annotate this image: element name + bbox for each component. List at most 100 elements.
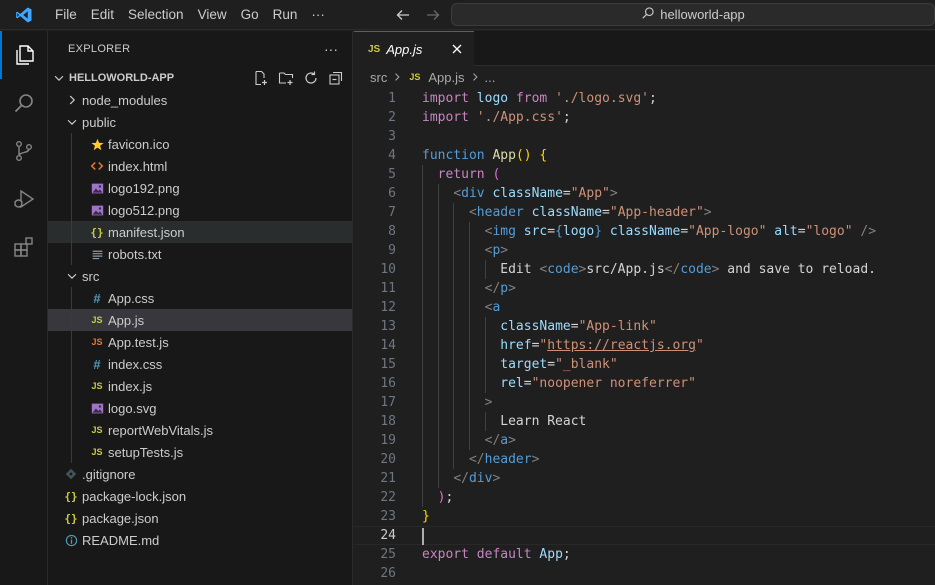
refresh-icon[interactable] (301, 68, 321, 88)
tree-item-label: package-lock.json (82, 488, 187, 504)
line-number: 8 (388, 224, 396, 239)
code-text: <a (484, 300, 501, 315)
search-activity-icon[interactable] (0, 79, 48, 127)
file-item-robots-txt[interactable]: robots.txt (48, 243, 352, 265)
file-item-app-test-js[interactable]: JS App.test.js (48, 331, 352, 353)
project-section-header[interactable]: HELLOWORLD-APP (48, 67, 352, 89)
tree-item-label: logo192.png (108, 180, 180, 196)
code-editor[interactable]: 1 import logo from './logo.svg'; 2 import '… (354, 89, 935, 583)
image-file-icon (90, 177, 104, 199)
file-item-logo192-png[interactable]: logo192.png (48, 177, 352, 199)
menu-more[interactable]: ··· (304, 0, 332, 30)
file-item-package-json[interactable]: {} package.json (48, 507, 352, 529)
code-line: 18 Learn React (354, 412, 935, 431)
file-item-index-js[interactable]: JS index.js (48, 375, 352, 397)
line-number: 6 (388, 186, 396, 201)
code-line: 11 </p> (354, 279, 935, 298)
line-number: 5 (388, 167, 396, 182)
code-line: 23} (354, 507, 935, 526)
file-item-logo-svg[interactable]: logo.svg (48, 397, 352, 419)
indent-guide (71, 309, 72, 331)
vscode-logo-icon (0, 0, 48, 30)
tab-label: App.js (386, 41, 423, 57)
json-file-icon: {} (64, 511, 78, 525)
file-item-app-js[interactable]: JS App.js (48, 309, 352, 331)
extensions-icon[interactable] (0, 223, 48, 271)
code-text: Learn React (422, 414, 587, 429)
json-file-icon: {} (90, 225, 104, 239)
new-folder-icon[interactable] (276, 68, 296, 88)
folder-item-public[interactable]: public (48, 111, 352, 133)
menu-edit[interactable]: Edit (84, 0, 121, 30)
folder-item-node-modules[interactable]: node_modules (48, 89, 352, 111)
menu-go[interactable]: Go (234, 0, 266, 30)
indent-guide (71, 287, 72, 309)
code-line: 9 <p> (354, 241, 935, 260)
file-item-package-lock-json[interactable]: {} package-lock.json (48, 485, 352, 507)
file-item-reportwebvitals-js[interactable]: JS reportWebVitals.js (48, 419, 352, 441)
file-item-gitignore[interactable]: .gitignore (48, 463, 352, 485)
line-number: 9 (388, 243, 396, 258)
indent-guide (71, 397, 72, 419)
collapse-all-icon[interactable] (326, 68, 346, 88)
run-debug-icon[interactable] (0, 175, 48, 223)
js-file-icon: JS (368, 43, 381, 55)
menu-selection[interactable]: Selection (121, 0, 191, 30)
menu-file[interactable]: File (48, 0, 84, 30)
menu-run[interactable]: Run (266, 0, 305, 30)
folder-item-src[interactable]: src (48, 265, 352, 287)
text-file-icon (90, 243, 104, 265)
code-line: 5 return ( (354, 165, 935, 184)
line-number: 10 (380, 262, 396, 277)
code-text: import './App.css'; (422, 110, 571, 125)
file-item-index-html[interactable]: index.html (48, 155, 352, 177)
tree-item-label: index.html (108, 158, 168, 174)
line-number: 18 (380, 414, 396, 429)
indent-guide (71, 199, 72, 221)
code-line: 25 export default App; (354, 545, 935, 564)
breadcrumb: src JS App.js ... (354, 66, 935, 88)
tree-item-label: App.js (108, 312, 145, 328)
new-file-icon[interactable] (251, 68, 271, 88)
file-item-favicon-ico[interactable]: favicon.ico (48, 133, 352, 155)
breadcrumb-file[interactable]: App.js (428, 70, 464, 85)
explorer-icon[interactable] (0, 31, 48, 79)
tree-item-label: index.css (108, 356, 163, 372)
code-line: 4 function App() { (354, 146, 935, 165)
code-line: 13 className="App-link" (354, 317, 935, 336)
file-item-logo512-png[interactable]: logo512.png (48, 199, 352, 221)
source-control-icon[interactable] (0, 127, 48, 175)
code-text: import logo from './logo.svg'; (422, 91, 657, 106)
indent-guide (71, 177, 72, 199)
close-icon[interactable] (448, 40, 466, 58)
menu-view[interactable]: View (191, 0, 234, 30)
more-actions-button[interactable]: ··· (324, 41, 338, 57)
code-line: 16 rel="noopener noreferrer" (354, 374, 935, 393)
tree-item-label: manifest.json (108, 224, 185, 240)
breadcrumb-symbols[interactable]: ... (485, 70, 496, 85)
file-item-index-css[interactable]: # index.css (48, 353, 352, 375)
json-file-icon: {} (64, 489, 78, 503)
command-center-text: helloworld-app (660, 7, 745, 22)
file-item-readme-md[interactable]: README.md (48, 529, 352, 551)
line-number: 22 (380, 490, 396, 505)
tree-item-label: node_modules (82, 92, 168, 108)
code-line: 20 </header> (354, 450, 935, 469)
line-number: 12 (380, 300, 396, 315)
line-number: 23 (380, 509, 396, 524)
breadcrumb-src[interactable]: src (370, 70, 387, 85)
code-text: > (484, 395, 493, 410)
file-item-app-css[interactable]: # App.css (48, 287, 352, 309)
file-item-setuptests-js[interactable]: JS setupTests.js (48, 441, 352, 463)
code-text: ); (437, 490, 454, 505)
line-number: 15 (380, 357, 396, 372)
forward-arrow-icon[interactable] (423, 5, 443, 25)
command-center-search[interactable]: helloworld-app (451, 3, 935, 26)
file-item-manifest-json[interactable]: {} manifest.json (48, 221, 352, 243)
tab-app-js[interactable]: JS App.js (354, 31, 474, 66)
file-tree: node_modulespublic favicon.ico index.html l… (48, 89, 352, 551)
back-arrow-icon[interactable] (393, 5, 413, 25)
code-text: className="App-link" (500, 319, 657, 334)
code-text: Edit <code>src/App.js</code> and save to… (422, 262, 876, 277)
code-text: <img src={logo} className="App-logo" alt… (484, 224, 877, 239)
